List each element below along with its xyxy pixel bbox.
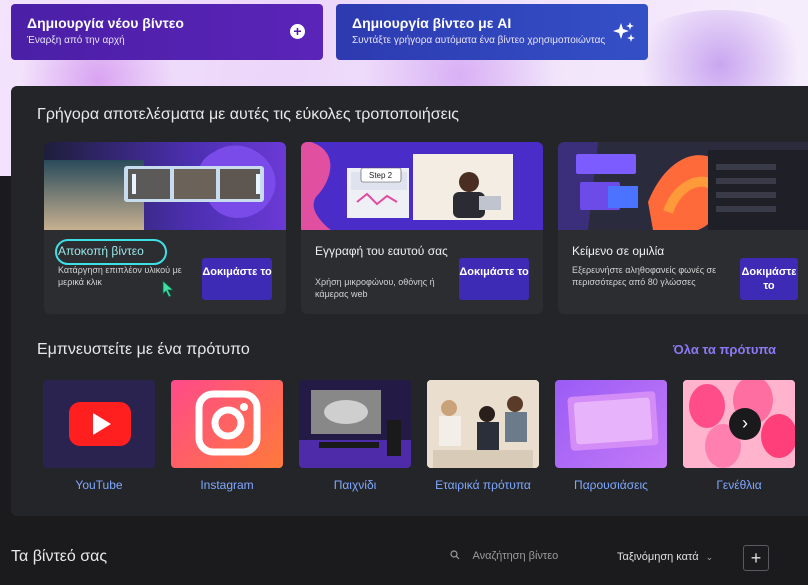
card-description: Χρήση μικροφώνου, οθόνης ή κάμερας web bbox=[315, 277, 435, 299]
add-video-button[interactable]: + bbox=[743, 545, 769, 571]
create-ai-subtitle: Συντάξτε γρήγορα αυτόματα ένα βίντεο χρη… bbox=[352, 35, 606, 46]
template-label: YouTube bbox=[75, 478, 123, 492]
cursor-icon bbox=[162, 280, 175, 298]
template-presentations[interactable]: Παρουσιάσεις bbox=[555, 380, 667, 492]
card-title: Κείμενο σε ομιλία bbox=[572, 244, 665, 258]
template-youtube[interactable]: YouTube bbox=[43, 380, 155, 492]
create-new-video-button[interactable]: Δημιουργία νέου βίντεο Έναρξη από την αρ… bbox=[11, 4, 323, 60]
search-placeholder: Αναζήτηση βίντεο bbox=[472, 550, 559, 562]
create-ai-title: Δημιουργία βίντεο με AI bbox=[352, 15, 512, 31]
try-it-button[interactable]: Δοκιμάστε το bbox=[740, 258, 798, 300]
record-yourself-thumbnail: Step 2 bbox=[301, 142, 543, 230]
template-label: Εταιρικά πρότυπα bbox=[435, 478, 531, 492]
template-corporate[interactable]: Εταιρικά πρότυπα bbox=[427, 380, 539, 492]
template-label: Παρουσιάσεις bbox=[574, 478, 648, 492]
chevron-down-icon: ⌄ bbox=[705, 552, 714, 562]
search-icon bbox=[450, 550, 460, 560]
template-label: Γενέθλια bbox=[716, 478, 762, 492]
gaming-setup bbox=[299, 380, 411, 468]
text-to-speech-thumbnail bbox=[558, 142, 808, 230]
plus-icon: + bbox=[290, 24, 305, 39]
all-templates-link[interactable]: Όλα τα πρότυπα bbox=[673, 342, 776, 357]
templates-heading: Εμπνευστείτε με ένα πρότυπο bbox=[37, 341, 250, 358]
video-search[interactable]: Αναζήτηση βίντεο bbox=[450, 550, 558, 562]
trim-video-thumbnail bbox=[44, 142, 286, 230]
card-description: Εξερευνήστε αληθοφανείς φωνές σε περισσό… bbox=[572, 265, 717, 287]
card-trim-video[interactable]: Αποκοπή βίντεο Κατάργηση επιπλέον υλικού… bbox=[44, 142, 286, 314]
step-badge: Step 2 bbox=[369, 171, 393, 180]
youtube-icon bbox=[43, 380, 155, 468]
sort-dropdown[interactable]: Ταξινόμηση κατά ⌄ bbox=[617, 551, 713, 563]
template-label: Instagram bbox=[200, 478, 254, 492]
template-label: Παιχνίδι bbox=[333, 478, 377, 492]
try-it-button[interactable]: Δοκιμάστε το bbox=[202, 258, 272, 300]
card-record-yourself[interactable]: Step 2 Εγγραφή του εαυτού σας Χρήση μικρ… bbox=[301, 142, 543, 314]
quick-edits-heading: Γρήγορα αποτελέσματα με αυτές τις εύκολε… bbox=[37, 106, 459, 123]
create-ai-video-button[interactable]: Δημιουργία βίντεο με AI Συντάξτε γρήγορα… bbox=[336, 4, 648, 60]
create-new-title: Δημιουργία νέου βίντεο bbox=[27, 15, 184, 31]
main-panel: Γρήγορα αποτελέσματα με αυτές τις εύκολε… bbox=[11, 86, 808, 516]
template-gaming[interactable]: Παιχνίδι bbox=[299, 380, 411, 492]
try-it-button[interactable]: Δοκιμάστε το bbox=[459, 258, 529, 300]
office-team bbox=[427, 380, 539, 468]
create-new-subtitle: Έναρξη από την αρχή bbox=[27, 35, 125, 46]
your-videos-heading: Τα βίντεό σας bbox=[11, 548, 108, 565]
highlight-ring bbox=[55, 239, 167, 265]
template-instagram[interactable]: Instagram bbox=[171, 380, 283, 492]
instagram-icon bbox=[171, 380, 283, 468]
sort-label: Ταξινόμηση κατά bbox=[617, 551, 699, 563]
presentation-slide bbox=[555, 380, 667, 468]
card-text-to-speech[interactable]: Κείμενο σε ομιλία Εξερευνήστε αληθοφανεί… bbox=[558, 142, 808, 314]
card-title: Εγγραφή του εαυτού σας bbox=[315, 244, 448, 258]
sparkle-icon bbox=[613, 22, 635, 42]
next-templates-arrow-icon[interactable]: › bbox=[729, 408, 761, 440]
